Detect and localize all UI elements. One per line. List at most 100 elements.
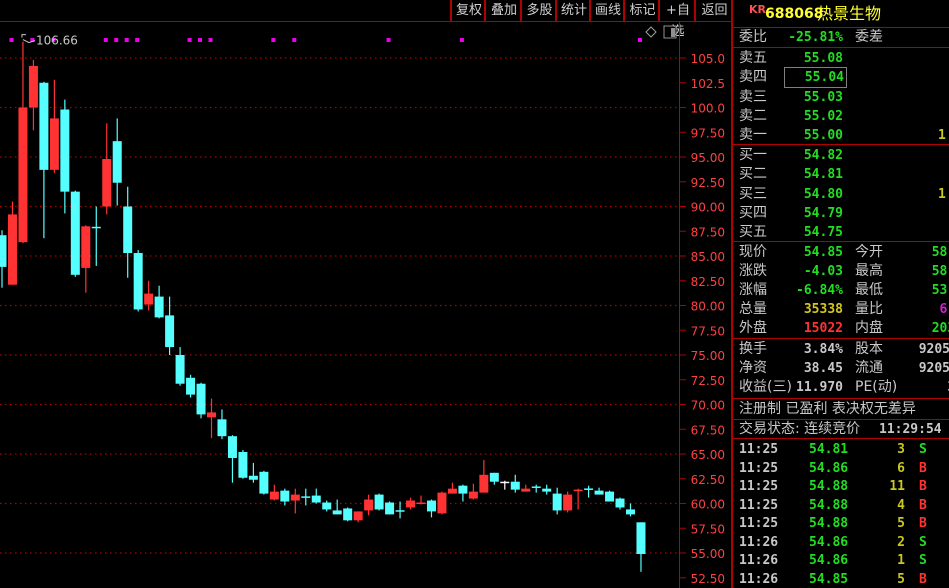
bid-row[interactable]: 买三 54.80 1: [733, 185, 949, 204]
quote-label: 外盘: [739, 320, 767, 336]
bid-row[interactable]: 买二 54.81: [733, 165, 949, 184]
bid-row[interactable]: 买一 54.82: [733, 146, 949, 165]
stock-name: 热景生物: [817, 4, 882, 23]
quote-value: -4.03: [803, 264, 843, 279]
axis-label: 60.00: [691, 498, 725, 512]
finance-label: 收益(三): [739, 379, 792, 395]
bid-row[interactable]: 买五 54.75: [733, 223, 949, 242]
candlestick-chart[interactable]: 105.0 102.5 100.0 97.50 95.00 92.50 90.00 87.50…: [0, 22, 730, 588]
candle-body: [385, 502, 395, 515]
axis-label: 90.00: [691, 201, 725, 215]
tick-time: 11:25: [739, 516, 779, 531]
trading-status: 交易状态: 连续竞价 11:29:54: [733, 420, 949, 439]
chart-toolbar: 复权 叠加 多股 统计 画线 标记 +自选 返回: [0, 0, 733, 39]
tick-price: 54.88: [809, 516, 849, 531]
axis-label: 100.0: [691, 102, 725, 116]
axis-label: 82.50: [691, 275, 725, 289]
tick-side: B: [919, 571, 927, 587]
quote-label: 总量: [739, 301, 767, 317]
candle-body: [18, 107, 28, 243]
toolbar-button-0[interactable]: 复权: [450, 0, 486, 21]
candle-body: [426, 500, 436, 512]
axis-label: 62.50: [691, 473, 725, 487]
quote-value: 35338: [803, 302, 843, 317]
candle-body: [626, 509, 635, 515]
bid-row[interactable]: 买四 54.79: [733, 204, 949, 223]
tick-price: 54.86: [809, 460, 849, 476]
signal-marker: [135, 38, 140, 42]
tick-volume: 5: [897, 571, 905, 587]
ask-row[interactable]: 卖五 55.08: [733, 49, 949, 68]
quote-label: 最低: [855, 282, 883, 298]
tick-time: 11:25: [739, 460, 779, 476]
candle-body: [531, 486, 541, 488]
ratio-label: 委比: [739, 29, 767, 45]
level-price: 54.80: [803, 186, 843, 202]
tick-side: S: [919, 442, 927, 457]
quote-value: -6.84%: [796, 283, 843, 298]
toolbar-button-7[interactable]: 返回: [694, 0, 733, 21]
toolbar-button-5[interactable]: 标记: [623, 0, 660, 21]
candle-body: [217, 419, 227, 437]
finance-label: 股本: [855, 341, 883, 357]
level-price: 55.08: [803, 51, 843, 66]
candle-body: [70, 191, 80, 275]
quote-row: 外盘 15022 内盘 2031: [733, 319, 949, 338]
signal-marker: [459, 38, 464, 42]
finance-value: 9205万: [918, 342, 949, 357]
candle-body: [301, 496, 311, 498]
candle-body: [573, 489, 583, 492]
diff-label: 委差: [855, 29, 883, 45]
axis-label: 85.00: [691, 250, 725, 264]
candle-body: [175, 355, 185, 384]
axis-label: 105.0: [691, 52, 725, 66]
axis-label: 70.00: [691, 399, 725, 413]
candle-body: [248, 475, 258, 480]
level-label: 卖二: [739, 107, 767, 124]
ask-row[interactable]: 卖三 55.03: [733, 88, 949, 107]
tick-row: 11:26 54.85 5 B: [733, 570, 949, 588]
stock-title: KR 688068 热景生物: [733, 3, 949, 25]
level-volume: 1: [938, 128, 946, 144]
signal-marker: [208, 38, 213, 42]
tick-row: 11:26 54.86 1 S: [733, 551, 949, 570]
ask-row[interactable]: 卖四 55.04: [733, 67, 949, 89]
signal-marker: [637, 38, 642, 42]
candle-body: [322, 502, 332, 510]
candle-body: [154, 296, 164, 318]
toolbar-button-1[interactable]: 叠加: [484, 0, 522, 21]
price-axis-line: [679, 22, 680, 588]
quote-row: 涨跌 -4.03 最高 58.0: [733, 262, 949, 281]
axis-label: 80.00: [691, 300, 725, 314]
axis-label: 87.50: [691, 225, 725, 239]
signal-marker: [187, 38, 192, 42]
axis-label: 65.00: [691, 448, 725, 462]
candle-body: [49, 118, 59, 170]
finance-value: 9205万: [918, 361, 949, 376]
ask-row[interactable]: 卖一 55.00 1: [733, 126, 949, 145]
candle-body: [259, 471, 269, 494]
level-label: 卖四: [739, 69, 767, 86]
stock-code: 688068: [765, 6, 824, 22]
diamond-icon[interactable]: [645, 26, 657, 38]
candle-body: [458, 485, 468, 494]
ratio-value: -25.81%: [788, 30, 843, 45]
tick-row: 11:25 54.81 3 S: [733, 440, 949, 459]
divider: [733, 398, 949, 399]
finance-value: 38.45: [803, 361, 843, 376]
finance-label: 换手: [739, 341, 767, 357]
tick-side: B: [919, 460, 927, 476]
toolbar-button-2[interactable]: 多股: [520, 0, 557, 21]
candle-body: [290, 494, 300, 501]
level-label: 买二: [739, 166, 767, 183]
toolbar-button-3[interactable]: 统计: [555, 0, 591, 21]
tick-price: 54.88: [809, 497, 849, 513]
ask-row[interactable]: 卖二 55.02: [733, 107, 949, 126]
quote-value: 53.0: [931, 283, 949, 298]
tick-side: S: [919, 534, 927, 550]
axis-label: 97.50: [691, 126, 725, 140]
toolbar-button-6[interactable]: +自选: [658, 0, 696, 39]
toolbar-button-4[interactable]: 画线: [589, 0, 625, 21]
tick-volume: 2: [897, 534, 905, 550]
candle-body: [343, 508, 353, 521]
